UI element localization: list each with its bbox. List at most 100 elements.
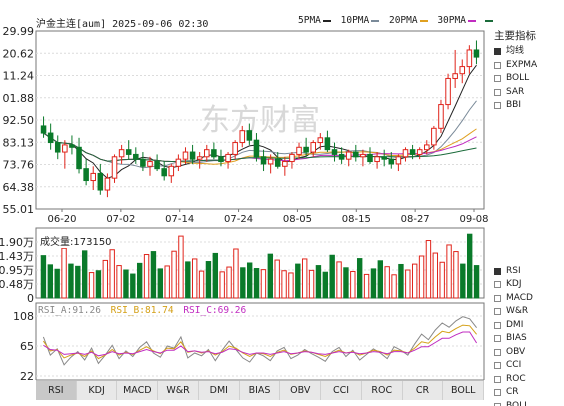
volume-bar	[205, 261, 212, 299]
candle-body	[182, 151, 189, 160]
candle-body	[97, 172, 104, 191]
checkbox[interactable]	[494, 348, 501, 356]
volume-tick-label: 0.48万	[0, 278, 34, 291]
volume-bar	[130, 273, 136, 299]
checkbox[interactable]	[494, 321, 501, 329]
candle-body	[317, 137, 324, 144]
volume-bar	[384, 266, 390, 299]
checkbox[interactable]	[494, 362, 501, 370]
candle-body	[459, 66, 466, 75]
volume-bar	[281, 270, 287, 299]
price-tick-label: 83.13	[3, 136, 35, 149]
kline-chart[interactable]: 东方财富 29.99 20.62 11.24 01.88 92.50 83.13 73.76…	[0, 0, 494, 380]
checkbox[interactable]	[494, 308, 501, 316]
tab-obv[interactable]: OBV	[280, 381, 322, 400]
candle-body	[296, 146, 302, 155]
indicator-label: BOLL	[506, 400, 530, 406]
candle-body	[353, 151, 359, 158]
volume-tick-label: 1.90万	[0, 236, 34, 249]
sub-indicator-roc[interactable]: ROC	[494, 373, 564, 387]
main-indicator-sar[interactable]: SAR	[494, 86, 564, 100]
candle-body	[76, 146, 82, 170]
volume-bar	[391, 274, 397, 299]
volume-bar	[226, 266, 232, 299]
x-tick-label: 08-27	[401, 214, 430, 225]
volume-tick-label: 1.43万	[0, 250, 34, 263]
volume-bar	[336, 261, 342, 299]
volume-bar	[191, 258, 198, 299]
main-indicator-bbi[interactable]: BBI	[494, 99, 564, 113]
checkbox[interactable]	[494, 267, 501, 275]
volume-bar	[350, 270, 356, 299]
sub-indicator-boll[interactable]: BOLL	[494, 400, 564, 406]
checkbox[interactable]	[494, 102, 501, 110]
rsi-legend: RSI_A:91.26 RSI_B:81.74 RSI_C:69.26	[38, 305, 246, 316]
volume-bar	[116, 265, 122, 299]
volume-bar	[274, 259, 280, 299]
sub-indicator-obv[interactable]: OBV	[494, 346, 564, 360]
volume-bar	[185, 261, 191, 299]
candle-body	[310, 142, 316, 153]
sub-indicator-dmi[interactable]: DMI	[494, 319, 564, 333]
candle-body	[218, 156, 224, 163]
sub-indicator-cr[interactable]: CR	[494, 386, 564, 400]
candle-body	[381, 156, 387, 160]
rsi-y-axis: 108 65 22	[13, 310, 34, 380]
price-tick-label: 55.01	[3, 203, 35, 216]
tab-wr[interactable]: W&R	[158, 381, 199, 400]
checkbox[interactable]	[494, 375, 501, 383]
indicator-label: RSI	[506, 265, 521, 276]
candle-body	[47, 132, 54, 144]
candle-body	[374, 156, 380, 163]
candle-body	[409, 149, 416, 155]
main-indicator-0[interactable]: 均线	[494, 45, 564, 59]
sub-indicator-wr[interactable]: W&R	[494, 305, 564, 319]
sub-indicator-kdj[interactable]: KDJ	[494, 278, 564, 292]
tab-cr[interactable]: CR	[403, 381, 444, 400]
x-tick-label: 09-08	[459, 214, 488, 225]
candle-body	[416, 149, 423, 155]
price-tick-label: 20.62	[3, 47, 35, 60]
sub-indicator-bias[interactable]: BIAS	[494, 332, 564, 346]
checkbox[interactable]	[494, 75, 501, 83]
tab-cci[interactable]: CCI	[321, 381, 362, 400]
candle-body	[282, 161, 288, 167]
checkbox[interactable]	[494, 335, 501, 343]
volume-bar	[260, 269, 267, 299]
tab-rsi[interactable]: RSI	[36, 381, 77, 400]
checkbox[interactable]	[494, 389, 501, 397]
tab-bias[interactable]: BIAS	[240, 381, 281, 400]
volume-bar	[61, 247, 67, 299]
indicator-label: EXPMA	[506, 59, 538, 70]
candle-body	[367, 153, 373, 163]
checkbox[interactable]	[494, 281, 501, 289]
candle-body	[388, 158, 395, 165]
price-tick-label: 01.88	[3, 92, 35, 105]
tab-macd[interactable]: MACD	[117, 381, 159, 400]
main-indicator-list: 均线 EXPMA BOLL SAR BBI	[494, 45, 564, 113]
sub-indicator-list: RSI KDJ MACD W&R DMI BIAS OBV CCI ROC CR BOLL	[494, 265, 564, 406]
checkbox[interactable]	[494, 48, 501, 56]
sub-indicator-rsi[interactable]: RSI	[494, 265, 564, 279]
sub-indicator-cci[interactable]: CCI	[494, 359, 564, 373]
tab-dmi[interactable]: DMI	[199, 381, 240, 400]
checkbox[interactable]	[494, 61, 501, 69]
main-indicator-boll[interactable]: BOLL	[494, 72, 564, 86]
tab-roc[interactable]: ROC	[362, 381, 403, 400]
candle-body	[40, 125, 47, 134]
candle-body	[466, 49, 473, 68]
candle-body	[204, 149, 210, 158]
tab-kdj[interactable]: KDJ	[77, 381, 118, 400]
candle-body	[267, 158, 274, 165]
tab-boll[interactable]: BOLL	[443, 381, 485, 400]
sub-indicator-macd[interactable]: MACD	[494, 292, 564, 306]
main-indicator-expma[interactable]: EXPMA	[494, 59, 564, 73]
indicator-label: CCI	[506, 360, 522, 370]
candle-body	[445, 77, 451, 106]
x-tick-label: 06-20	[47, 214, 76, 225]
checkbox[interactable]	[494, 88, 501, 96]
checkbox[interactable]	[494, 294, 501, 302]
candle-body	[239, 130, 246, 144]
candle-body	[253, 139, 260, 158]
candle-body	[274, 158, 281, 167]
